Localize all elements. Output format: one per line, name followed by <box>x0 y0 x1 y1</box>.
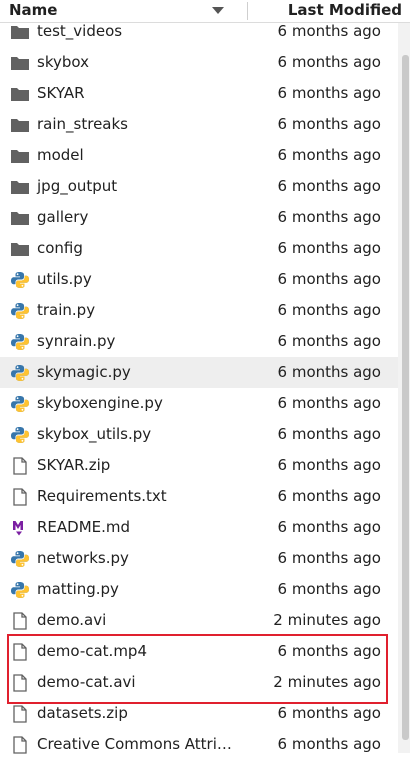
file-modified-time: 6 months ago <box>277 580 381 598</box>
file-name[interactable]: demo.avi <box>37 605 106 636</box>
file-name[interactable]: Requirements.txt <box>37 481 167 512</box>
file-name[interactable]: networks.py <box>37 543 129 574</box>
file-name[interactable]: README.md <box>37 512 130 543</box>
python-icon <box>10 364 30 382</box>
file-name[interactable]: jpg_output <box>37 171 117 202</box>
file-icon <box>10 488 30 506</box>
file-icon <box>10 612 30 630</box>
file-name[interactable]: utils.py <box>37 264 92 295</box>
folder-icon <box>10 178 30 196</box>
folder-icon <box>10 23 30 41</box>
file-modified-time: 6 months ago <box>277 332 381 350</box>
file-row[interactable]: Creative Commons Attri… 6 months ago <box>0 729 398 760</box>
file-row[interactable]: networks.py 6 months ago <box>0 543 398 574</box>
file-row[interactable]: SKYAR.zip 6 months ago <box>0 450 398 481</box>
file-modified-time: 6 months ago <box>277 84 381 102</box>
file-name[interactable]: gallery <box>37 202 88 233</box>
file-modified-time: 6 months ago <box>277 22 381 40</box>
file-row[interactable]: SKYAR 6 months ago <box>0 78 398 109</box>
file-name[interactable]: skyboxengine.py <box>37 388 163 419</box>
file-name[interactable]: SKYAR <box>37 78 85 109</box>
file-row[interactable]: matting.py 6 months ago <box>0 574 398 605</box>
file-name[interactable]: train.py <box>37 295 95 326</box>
file-row[interactable]: skybox 6 months ago <box>0 47 398 78</box>
file-name[interactable]: test_videos <box>37 16 122 47</box>
file-modified-time: 6 months ago <box>277 177 381 195</box>
file-name[interactable]: skybox_utils.py <box>37 419 151 450</box>
file-row[interactable]: config 6 months ago <box>0 233 398 264</box>
file-modified-time: 6 months ago <box>277 115 381 133</box>
folder-icon <box>10 85 30 103</box>
file-modified-time: 6 months ago <box>277 735 381 753</box>
file-modified-time: 6 months ago <box>277 53 381 71</box>
python-icon <box>10 395 30 413</box>
file-name[interactable]: skymagic.py <box>37 357 131 388</box>
file-modified-time: 6 months ago <box>277 518 381 536</box>
file-name[interactable]: Creative Commons Attri… <box>37 729 232 760</box>
markdown-icon <box>10 519 30 537</box>
file-icon <box>10 457 30 475</box>
file-row[interactable]: test_videos 6 months ago <box>0 16 398 47</box>
file-row[interactable]: synrain.py 6 months ago <box>0 326 398 357</box>
python-icon <box>10 271 30 289</box>
file-name[interactable]: config <box>37 233 83 264</box>
file-modified-time: 6 months ago <box>277 549 381 567</box>
file-row[interactable]: Requirements.txt 6 months ago <box>0 481 398 512</box>
folder-icon <box>10 54 30 72</box>
file-row[interactable]: README.md 6 months ago <box>0 512 398 543</box>
file-row[interactable]: skymagic.py 6 months ago <box>0 357 398 388</box>
file-modified-time: 6 months ago <box>277 208 381 226</box>
python-icon <box>10 302 30 320</box>
file-row[interactable]: utils.py 6 months ago <box>0 264 398 295</box>
file-name[interactable]: SKYAR.zip <box>37 450 110 481</box>
file-modified-time: 6 months ago <box>277 456 381 474</box>
file-name[interactable]: skybox <box>37 47 89 78</box>
folder-icon <box>10 147 30 165</box>
file-icon <box>10 736 30 754</box>
folder-icon <box>10 240 30 258</box>
file-row[interactable]: gallery 6 months ago <box>0 202 398 233</box>
file-name[interactable]: rain_streaks <box>37 109 128 140</box>
file-row[interactable]: rain_streaks 6 months ago <box>0 109 398 140</box>
scrollbar-thumb[interactable] <box>402 55 409 740</box>
file-icon <box>10 705 30 723</box>
file-modified-time: 6 months ago <box>277 146 381 164</box>
file-row[interactable]: demo.avi 2 minutes ago <box>0 605 398 636</box>
file-row[interactable]: model 6 months ago <box>0 140 398 171</box>
file-modified-time: 6 months ago <box>277 363 381 381</box>
folder-icon <box>10 209 30 227</box>
python-icon <box>10 550 30 568</box>
python-icon <box>10 426 30 444</box>
file-row[interactable]: jpg_output 6 months ago <box>0 171 398 202</box>
file-name[interactable]: matting.py <box>37 574 119 605</box>
file-row[interactable]: skybox_utils.py 6 months ago <box>0 419 398 450</box>
file-modified-time: 6 months ago <box>277 394 381 412</box>
file-name[interactable]: model <box>37 140 84 171</box>
file-modified-time: 6 months ago <box>277 270 381 288</box>
file-modified-time: 6 months ago <box>277 301 381 319</box>
python-icon <box>10 581 30 599</box>
file-modified-time: 2 minutes ago <box>273 611 381 629</box>
file-modified-time: 6 months ago <box>277 239 381 257</box>
file-modified-time: 6 months ago <box>277 425 381 443</box>
file-row[interactable]: skyboxengine.py 6 months ago <box>0 388 398 419</box>
file-name[interactable]: synrain.py <box>37 326 115 357</box>
file-row[interactable]: train.py 6 months ago <box>0 295 398 326</box>
file-modified-time: 6 months ago <box>277 487 381 505</box>
python-icon <box>10 333 30 351</box>
folder-icon <box>10 116 30 134</box>
sort-descending-icon[interactable] <box>212 7 224 14</box>
annotation-highlight-box <box>7 634 388 704</box>
